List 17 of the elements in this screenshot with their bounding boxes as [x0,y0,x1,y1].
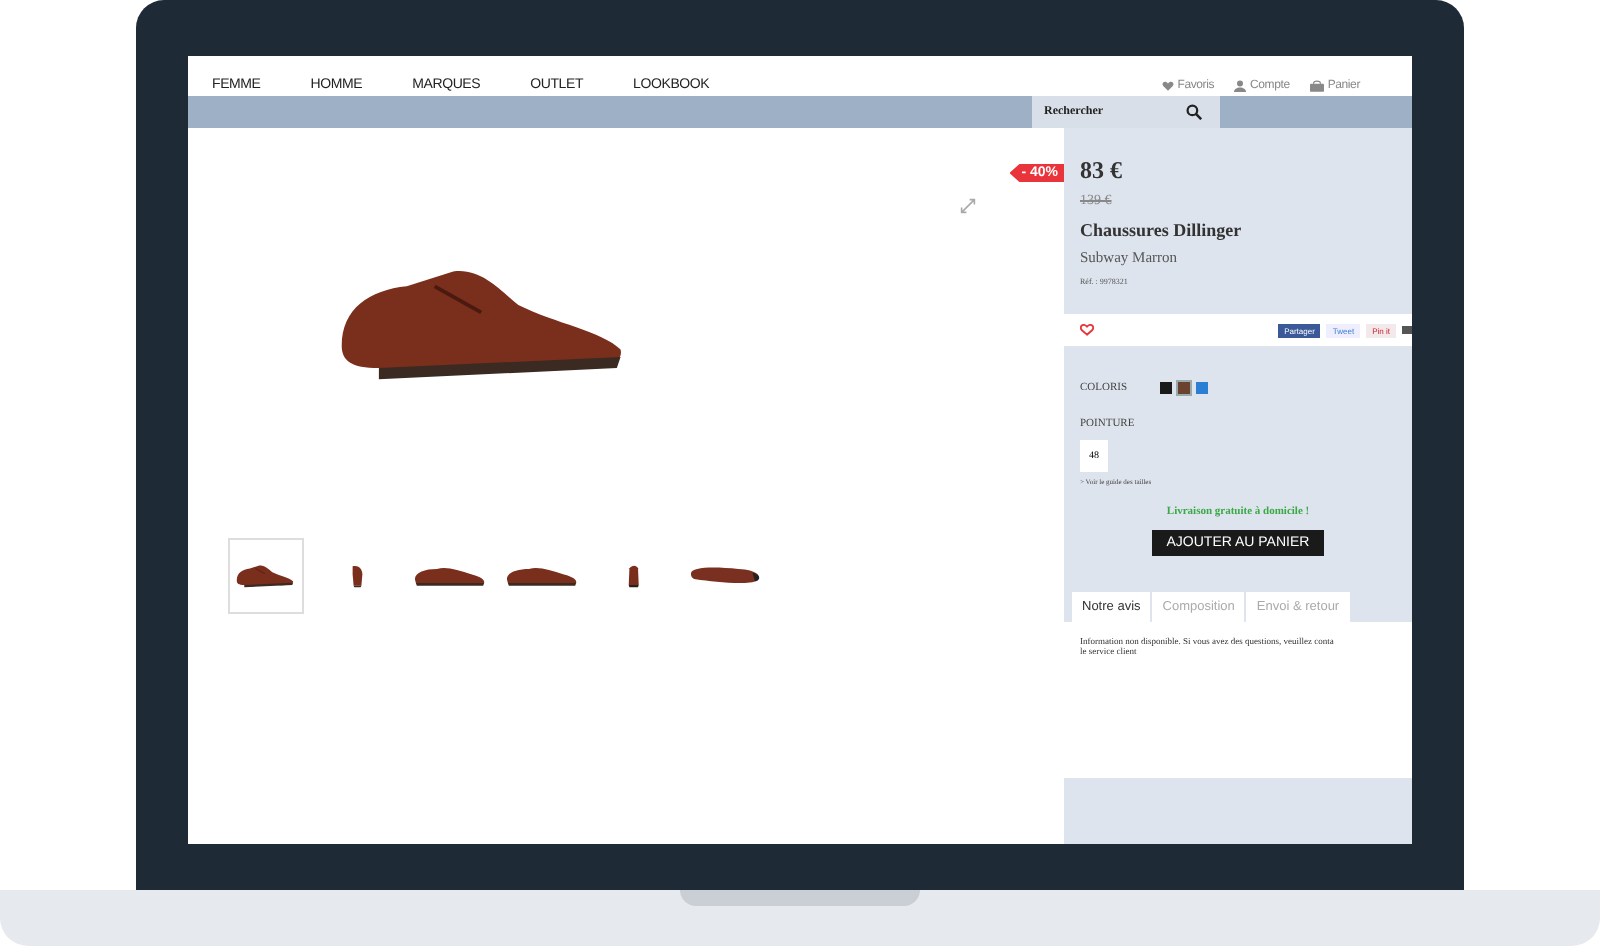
search-icon[interactable] [1186,104,1202,120]
shoe-drawing [690,564,762,589]
heart-icon [1161,80,1174,92]
thumbnail[interactable] [228,538,304,615]
shoe-drawing [236,564,296,589]
shoe-drawing [628,564,640,589]
color-swatch[interactable] [1159,382,1172,394]
bag-icon [1309,80,1324,92]
color-swatch[interactable] [1195,382,1208,394]
price: 83 € [1080,156,1122,186]
color-swatch[interactable] [1177,382,1190,394]
shoe-drawing [506,564,578,589]
shoe-drawing [352,564,364,589]
product-name: Chaussures Dillinger [1080,220,1242,240]
heart-icon[interactable] [1080,324,1094,336]
shoe-drawing [414,564,486,589]
person-icon [1234,80,1247,92]
